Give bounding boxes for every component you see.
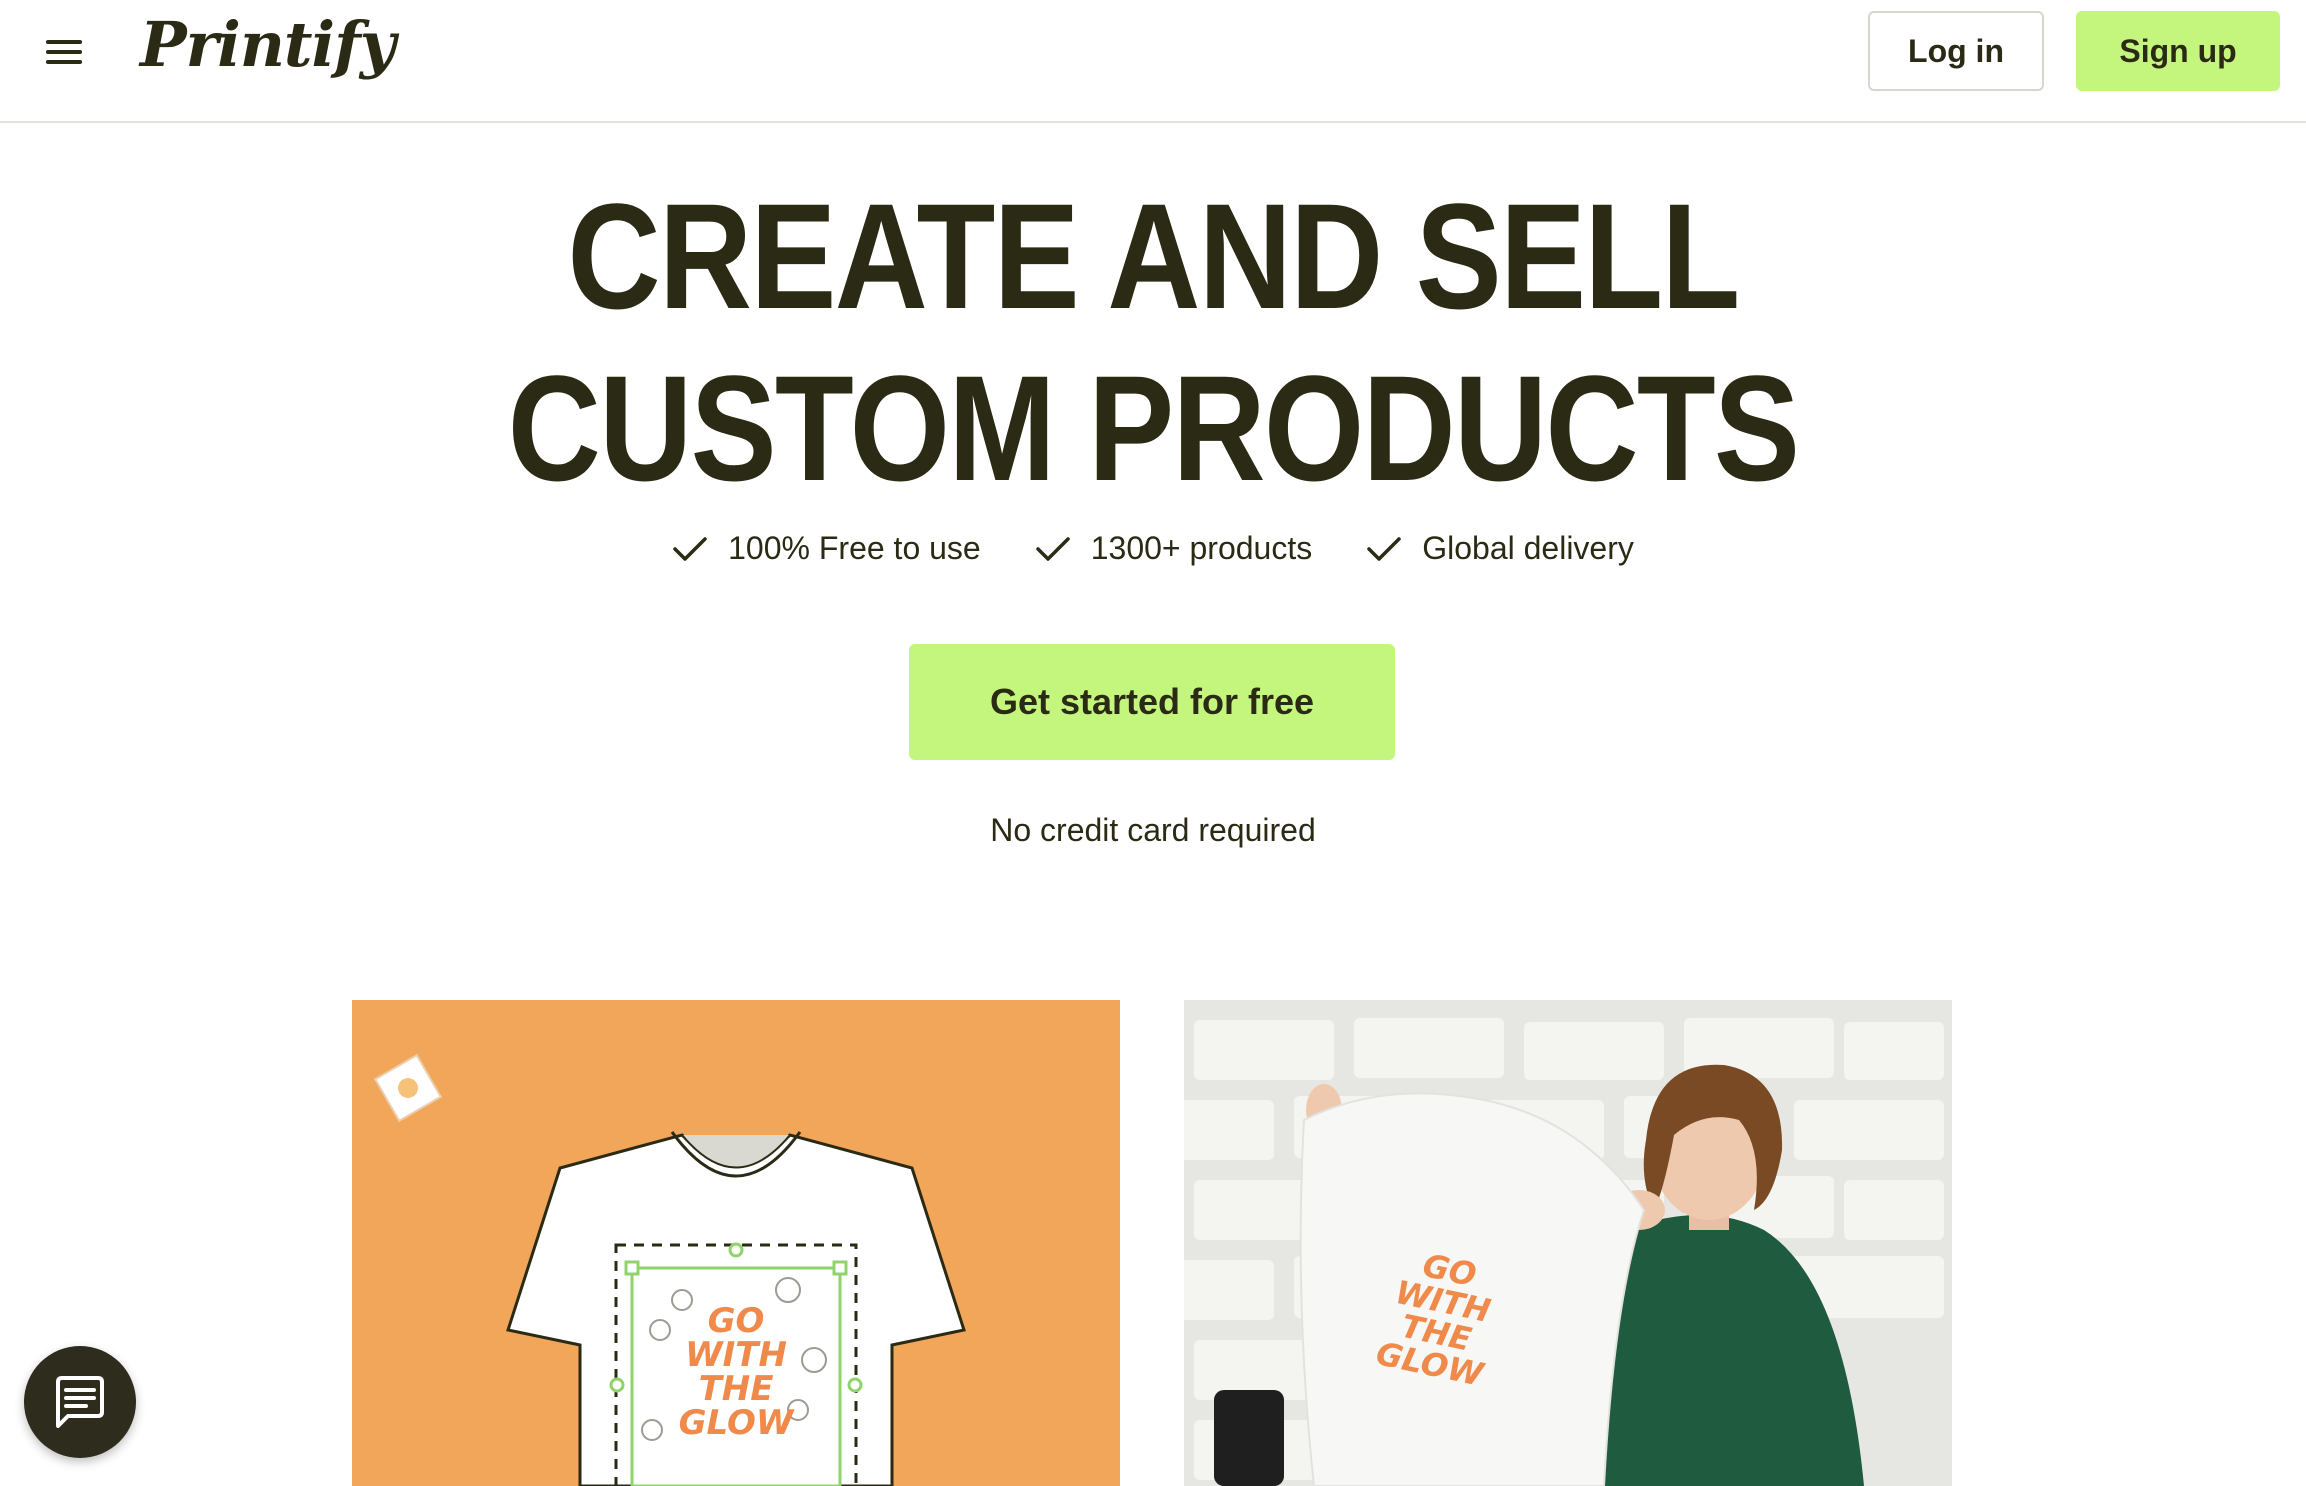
- get-started-button[interactable]: Get started for free: [909, 644, 1395, 760]
- person-illustration: GO WITH THE GLOW: [1214, 1064, 1864, 1486]
- check-icon: [1035, 536, 1070, 561]
- feature-label: Global delivery: [1422, 530, 1634, 566]
- person-holding-tshirt-photo: GO WITH THE GLOW: [1184, 1000, 1952, 1486]
- printify-logo[interactable]: Printify: [140, 8, 396, 81]
- feature-item: 100% Free to use: [672, 530, 981, 567]
- no-credit-card-note: No credit card required: [990, 812, 1316, 848]
- hero-title-line-2: CUSTOM PRODUCTS: [507, 344, 1800, 512]
- art-text-line: GLOW: [679, 1403, 795, 1443]
- login-button[interactable]: Log in: [1868, 11, 2044, 91]
- hero-title-line-1: CREATE AND SELL: [567, 172, 1740, 340]
- feature-list: 100% Free to use 1300+ products Global d…: [0, 530, 2306, 567]
- tshirt-design-image: GO WITH THE GLOW: [352, 1000, 1120, 1486]
- chat-button[interactable]: [24, 1346, 136, 1458]
- feature-label: 100% Free to use: [728, 530, 981, 566]
- feature-label: 1300+ products: [1090, 530, 1313, 566]
- hero-title: CREATE AND SELL CUSTOM PRODUCTS: [161, 170, 2144, 514]
- feature-item: 1300+ products: [1035, 530, 1313, 567]
- check-icon: [673, 536, 707, 561]
- tshirt-mockup-illustration: GO WITH THE GLOW: [373, 1053, 966, 1486]
- chat-icon: [56, 1376, 104, 1428]
- feature-item: Global delivery: [1366, 530, 1634, 567]
- site-header: Printify Log in Sign up: [0, 0, 2306, 123]
- signup-button[interactable]: Sign up: [2076, 11, 2280, 91]
- hamburger-menu-icon[interactable]: [42, 36, 86, 68]
- check-icon: [1367, 536, 1401, 561]
